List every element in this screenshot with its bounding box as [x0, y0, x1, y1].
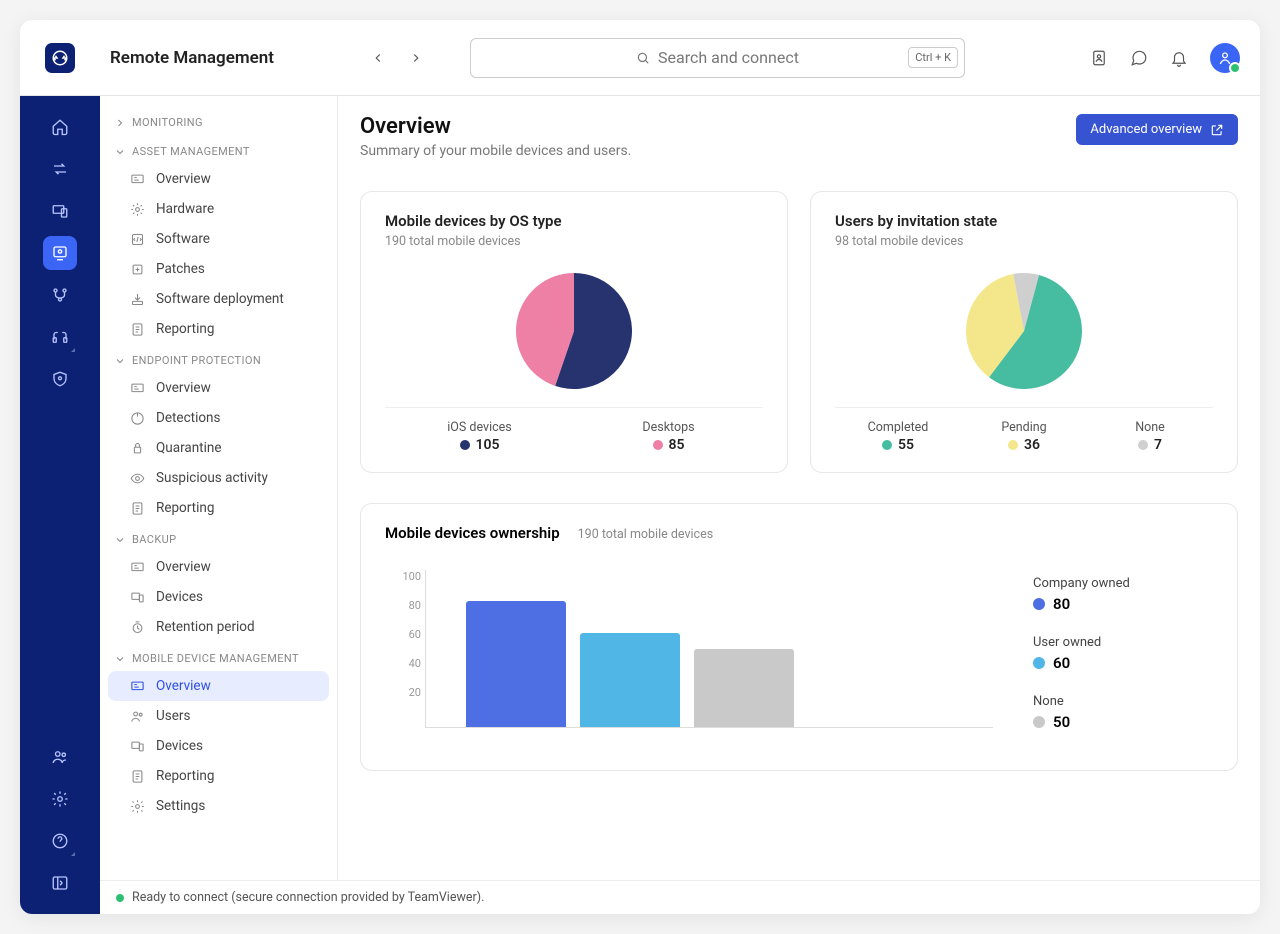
sidebar-item-overview[interactable]: Overview [108, 373, 329, 403]
section-endpoint[interactable]: ENDPOINT PROTECTION [108, 344, 329, 373]
rail-security[interactable] [43, 362, 77, 396]
avatar[interactable] [1210, 43, 1240, 73]
search-input[interactable]: Search and connect Ctrl + K [470, 38, 965, 78]
section-monitoring[interactable]: MONITORING [108, 106, 329, 135]
sidebar-item-reporting[interactable]: Reporting [108, 493, 329, 523]
dot-icon [653, 440, 663, 450]
search-placeholder: Search and connect [658, 48, 799, 67]
rail-support[interactable] [43, 320, 77, 354]
sidebar-item-software-deployment[interactable]: Software deployment [108, 284, 329, 314]
bell-icon[interactable] [1170, 49, 1188, 67]
dot-icon [1033, 598, 1045, 610]
dot-icon [1033, 716, 1045, 728]
status-bar: Ready to connect (secure connection prov… [100, 880, 1260, 914]
search-icon [636, 51, 650, 65]
pie-chart-os [514, 271, 634, 391]
sidebar-item-overview[interactable]: Overview [108, 164, 329, 194]
dot-icon [460, 440, 470, 450]
section-asset[interactable]: ASSET MANAGEMENT [108, 135, 329, 164]
dot-icon [1033, 657, 1045, 669]
sidebar-item-settings[interactable]: Settings [108, 791, 329, 821]
sidebar-item-hardware[interactable]: Hardware [108, 194, 329, 224]
external-icon [1210, 123, 1224, 137]
page-title: Overview [360, 114, 631, 139]
app-title: Remote Management [110, 48, 274, 68]
section-backup[interactable]: BACKUP [108, 523, 329, 552]
nav-rail [20, 96, 100, 914]
dot-icon [1138, 440, 1148, 450]
sidebar-item-retention-period[interactable]: Retention period [108, 612, 329, 642]
sidebar-item-suspicious-activity[interactable]: Suspicious activity [108, 463, 329, 493]
rail-home[interactable] [43, 110, 77, 144]
card-invitation: Users by invitation state 98 total mobil… [810, 191, 1238, 473]
sidebar-item-patches[interactable]: Patches [108, 254, 329, 284]
rail-workflows[interactable] [43, 278, 77, 312]
page-subtitle: Summary of your mobile devices and users… [360, 143, 631, 159]
sidebar-item-overview[interactable]: Overview [108, 671, 329, 701]
bar-company-owned [466, 601, 566, 727]
contacts-icon[interactable] [1090, 49, 1108, 67]
section-mdm[interactable]: MOBILE DEVICE MANAGEMENT [108, 642, 329, 671]
rail-collapse[interactable] [43, 866, 77, 900]
chat-icon[interactable] [1130, 49, 1148, 67]
search-kbd: Ctrl + K [908, 47, 958, 68]
dot-icon [1008, 440, 1018, 450]
bar-chart-ownership: 10080604020 [385, 570, 993, 750]
dot-icon [882, 440, 892, 450]
sidebar-item-detections[interactable]: Detections [108, 403, 329, 433]
sidebar-item-users[interactable]: Users [108, 701, 329, 731]
rail-devices[interactable] [43, 194, 77, 228]
rail-remote-mgmt[interactable] [43, 236, 77, 270]
sidebar-item-devices[interactable]: Devices [108, 582, 329, 612]
sidebar-item-reporting[interactable]: Reporting [108, 761, 329, 791]
sidebar: MONITORING ASSET MANAGEMENT OverviewHard… [100, 96, 338, 914]
rail-users[interactable] [43, 740, 77, 774]
rail-help[interactable] [43, 824, 77, 858]
pie-chart-invitation [964, 271, 1084, 391]
sidebar-item-reporting[interactable]: Reporting [108, 314, 329, 344]
sidebar-item-quarantine[interactable]: Quarantine [108, 433, 329, 463]
card-os-type: Mobile devices by OS type 190 total mobi… [360, 191, 788, 473]
bar-user-owned [580, 633, 680, 727]
rail-connect[interactable] [43, 152, 77, 186]
status-dot-icon [116, 894, 124, 902]
card-ownership: Mobile devices ownership 190 total mobil… [360, 503, 1238, 771]
sidebar-item-overview[interactable]: Overview [108, 552, 329, 582]
sidebar-item-software[interactable]: Software [108, 224, 329, 254]
rail-settings[interactable] [43, 782, 77, 816]
nav-back[interactable] [364, 44, 392, 72]
nav-forward[interactable] [402, 44, 430, 72]
brand-logo [20, 43, 100, 73]
advanced-overview-button[interactable]: Advanced overview [1076, 114, 1238, 145]
bar-none [694, 649, 794, 728]
sidebar-item-devices[interactable]: Devices [108, 731, 329, 761]
